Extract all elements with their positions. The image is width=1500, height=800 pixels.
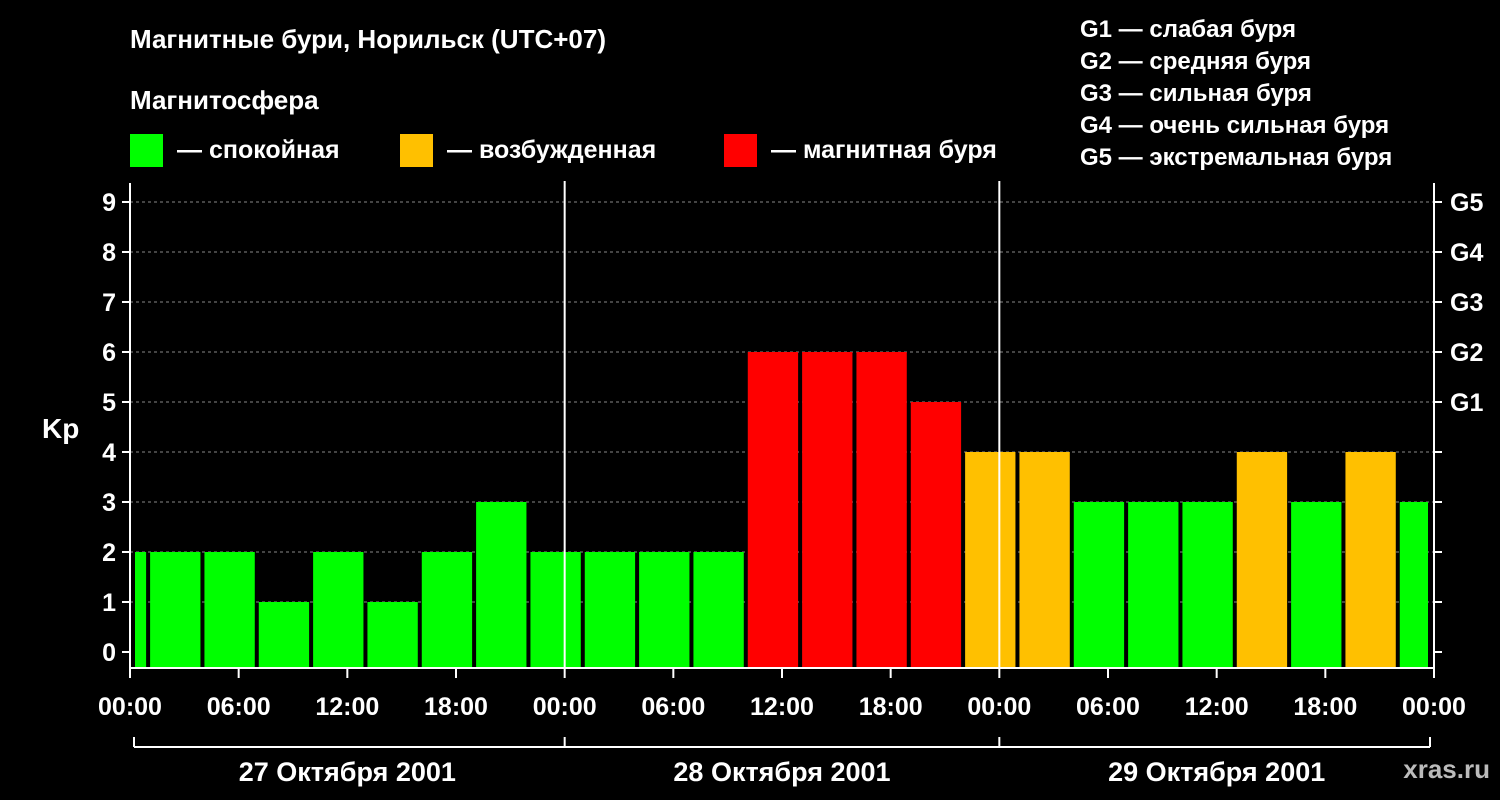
date-label: 27 Октября 2001 — [239, 757, 456, 787]
date-label: 28 Октября 2001 — [673, 757, 890, 787]
kp-bar — [258, 602, 310, 668]
kp-bar — [639, 552, 690, 668]
x-tick-label: 00:00 — [533, 693, 597, 721]
kp-bar — [965, 452, 1016, 668]
y-tick-label: 7 — [102, 289, 116, 317]
y-axis-label: Kp — [42, 413, 79, 444]
g-tick-label: G4 — [1450, 239, 1483, 267]
kp-chart: Магнитные бури, Норильск (UTC+07) Магнит… — [42, 16, 1490, 787]
chart-title: Магнитные бури, Норильск (UTC+07) — [130, 24, 606, 54]
x-tick-label: 00:00 — [967, 693, 1031, 721]
legend-swatch-quiet — [130, 134, 163, 167]
kp-bar — [1019, 452, 1070, 668]
kp-bar — [802, 352, 853, 668]
x-tick-label: 00:00 — [98, 693, 162, 721]
kp-bar — [1128, 502, 1179, 668]
y-tick-label: 1 — [102, 589, 116, 617]
g-scale-g4: G4 — очень сильная буря — [1080, 112, 1389, 139]
kp-bar — [910, 402, 962, 668]
g-scale-g5: G5 — экстремальная буря — [1080, 144, 1392, 171]
legend-label-active: — возбужденная — [447, 136, 656, 164]
x-tick-label: 12:00 — [750, 693, 814, 721]
g-tick-label: G5 — [1450, 189, 1483, 217]
x-tick-label: 18:00 — [1293, 693, 1357, 721]
y-tick-label: 6 — [102, 339, 116, 367]
legend-swatch-active — [400, 134, 433, 167]
kp-bar — [150, 552, 201, 668]
kp-bar — [421, 552, 473, 668]
g-tick-label: G3 — [1450, 289, 1483, 317]
watermark: xras.ru — [1403, 754, 1490, 784]
kp-bar — [1236, 452, 1288, 668]
kp-bar — [856, 352, 907, 668]
x-tick-label: 06:00 — [641, 693, 705, 721]
y-tick-label: 5 — [102, 389, 116, 417]
kp-bar — [476, 502, 527, 668]
kp-bar — [747, 352, 799, 668]
kp-bar — [1345, 452, 1396, 668]
x-tick-label: 06:00 — [1076, 693, 1140, 721]
y-tick-label: 0 — [102, 639, 116, 667]
x-tick-label: 06:00 — [207, 693, 271, 721]
legend-label-quiet: — спокойная — [177, 136, 340, 164]
x-tick-label: 00:00 — [1402, 693, 1466, 721]
y-tick-label: 4 — [102, 439, 116, 467]
g-scale-g1: G1 — слабая буря — [1080, 16, 1296, 43]
date-label: 29 Октября 2001 — [1108, 757, 1325, 787]
y-tick-label: 9 — [102, 189, 116, 217]
g-tick-label: G2 — [1450, 339, 1483, 367]
kp-bar — [313, 552, 364, 668]
g-scale-legend: G1 — слабая буря G2 — средняя буря G3 — … — [1080, 16, 1392, 171]
bars — [135, 352, 1428, 668]
legend-swatch-storm — [724, 134, 757, 167]
g-tick-label: G1 — [1450, 389, 1483, 417]
y-tick-label: 8 — [102, 239, 116, 267]
kp-bar — [204, 552, 255, 668]
kp-bar — [135, 552, 147, 668]
legend-label-storm: — магнитная буря — [771, 136, 997, 164]
x-tick-label: 18:00 — [859, 693, 923, 721]
kp-bar — [530, 552, 581, 668]
kp-bar — [1399, 502, 1428, 668]
kp-bar — [584, 552, 636, 668]
kp-bar — [367, 602, 418, 668]
kp-bar — [693, 552, 744, 668]
kp-bar — [1073, 502, 1125, 668]
g-scale-g3: G3 — сильная буря — [1080, 80, 1312, 107]
y-tick-label: 3 — [102, 489, 116, 517]
x-tick-label: 12:00 — [315, 693, 379, 721]
g-scale-g2: G2 — средняя буря — [1080, 48, 1311, 75]
y-tick-label: 2 — [102, 539, 116, 567]
x-tick-label: 12:00 — [1185, 693, 1249, 721]
kp-bar — [1182, 502, 1233, 668]
color-legend: — спокойная — возбужденная — магнитная б… — [130, 134, 997, 167]
kp-bar — [1291, 502, 1342, 668]
magnetosphere-label: Магнитосфера — [130, 85, 319, 115]
x-tick-label: 18:00 — [424, 693, 488, 721]
